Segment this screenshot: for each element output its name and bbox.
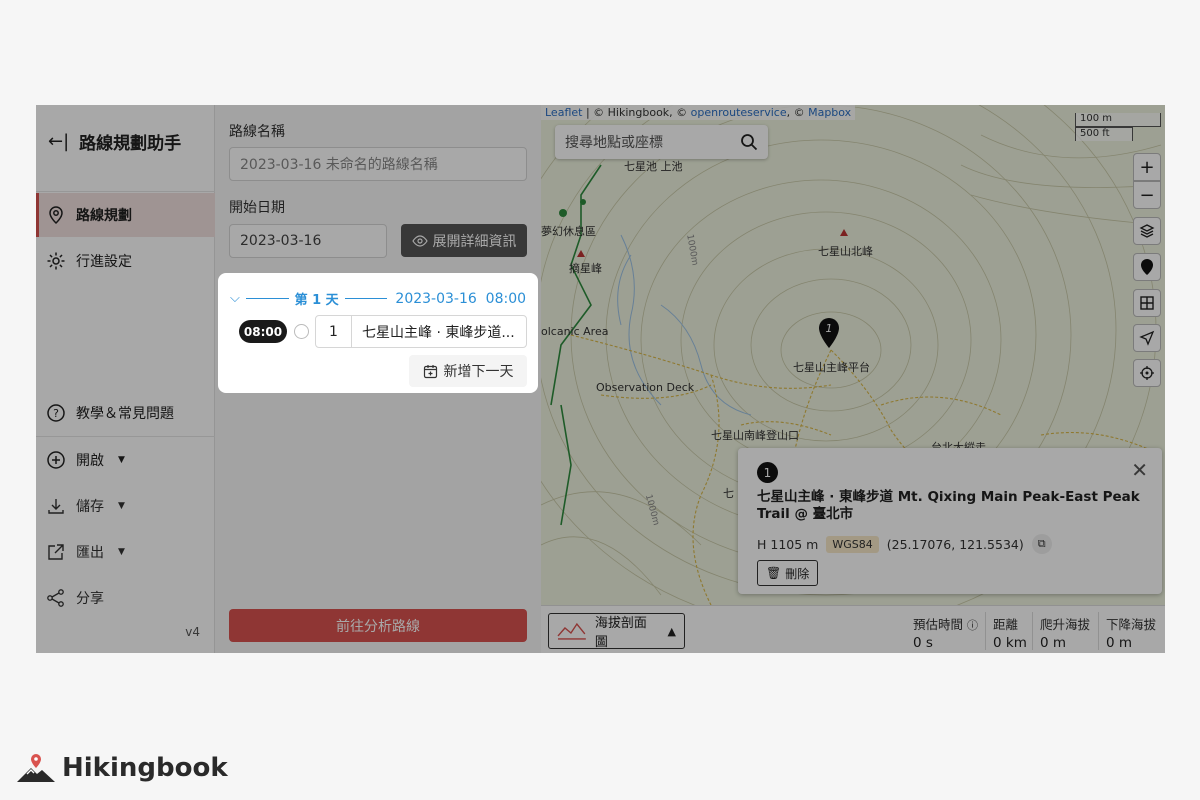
add-next-day-label: 新增下一天 [443,364,514,380]
departure-time-pill[interactable]: 08:00 [239,320,287,343]
add-next-day-button[interactable]: 新增下一天 [409,355,527,387]
divider [344,298,388,299]
brand-name: Hikingbook [62,753,228,783]
tour-overlay [36,105,1165,653]
waypoint-name: 七星山主峰 · 東峰步道... [362,324,515,341]
divider [245,298,289,299]
day-card: ⌵ 第 1 天 2023-03-16 08:00 08:00 1 七星山主峰 ·… [218,273,538,393]
waypoint-row[interactable]: 1 七星山主峰 · 東峰步道... [315,315,527,348]
calendar-plus-icon [423,364,437,378]
waypoint-index: 1 [316,316,352,347]
brand-logo: Hikingbook [16,752,228,784]
day-datetime: 2023-03-16 08:00 [395,290,527,307]
day-number: 第 1 天 [294,293,339,308]
waypoint-radio[interactable] [294,324,309,339]
chevron-down-icon[interactable]: ⌵ [230,291,240,306]
hikingbook-logo-icon [17,754,55,782]
day-header[interactable]: ⌵ 第 1 天 2023-03-16 08:00 [230,289,527,309]
app-window: ←| 路線規劃助手 路線規劃 行進設定 ? 教學＆常見問題 開啟 ▼ 儲存 ▼ [36,105,1165,653]
